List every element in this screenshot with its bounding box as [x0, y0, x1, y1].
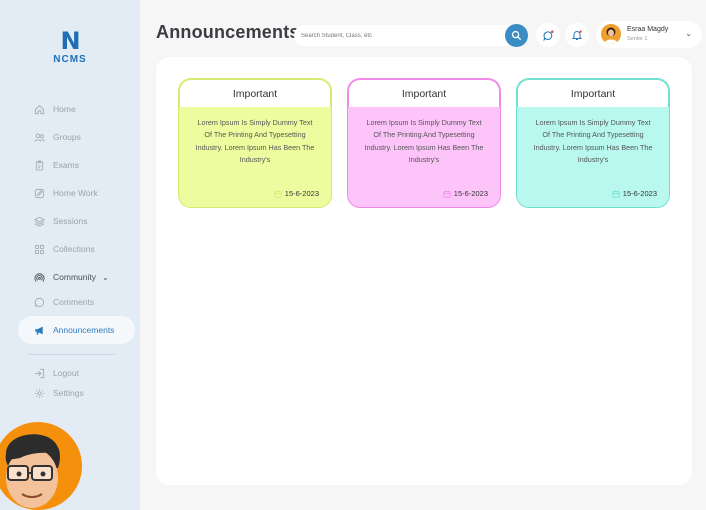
bell-icon	[571, 30, 583, 40]
megaphone-icon	[35, 326, 43, 335]
broadcast-icon	[34, 272, 45, 282]
mascot-illustration	[0, 422, 82, 510]
notifications-button[interactable]	[565, 23, 589, 47]
sidebar-item-comments[interactable]: Comments	[18, 288, 135, 316]
search-bar	[294, 24, 528, 47]
sidebar-item-label: Community	[53, 272, 96, 282]
layers-icon	[34, 216, 45, 227]
sidebar-item-label: Collections	[53, 244, 95, 254]
avatar	[601, 24, 621, 44]
logo: N NCMS	[50, 27, 90, 65]
logo-mark: N	[60, 27, 80, 55]
page-title: Announcements	[156, 22, 300, 42]
search-button[interactable]	[505, 24, 528, 47]
sidebar-item-collections[interactable]: Collections	[18, 235, 135, 263]
search-input[interactable]	[301, 29, 501, 42]
sidebar-item-exams[interactable]: Exams	[18, 151, 135, 179]
sidebar-item-label: Groups	[53, 132, 81, 142]
sidebar-item-label: Sessions	[53, 216, 88, 226]
sidebar-divider	[28, 354, 115, 355]
chevron-down-icon: ⌄	[685, 29, 692, 38]
user-name: Esraa Magdy	[627, 26, 669, 33]
logo-text: NCMS	[53, 54, 87, 65]
logout-icon	[35, 368, 45, 378]
sidebar-item-label: Home Work	[53, 188, 98, 198]
user-profile-menu[interactable]: Esraa Magdy Senior 1 ⌄	[596, 21, 702, 48]
search-icon	[511, 30, 522, 41]
sidebar-item-label: Comments	[53, 297, 95, 307]
sidebar-item-sessions[interactable]: Sessions	[18, 207, 135, 235]
chevron-down-icon: ⌄	[101, 272, 109, 282]
sidebar: N NCMS Home Groups Exams Home Work Sessi…	[0, 0, 140, 510]
announcement-card[interactable]: Important Lorem Ipsum Is Simply Dummy Te…	[517, 79, 669, 207]
sidebar-item-label: Logout	[53, 368, 79, 378]
announcement-date-text: 15-6-2023	[284, 189, 319, 198]
sidebar-item-groups[interactable]: Groups	[18, 123, 135, 151]
announcement-body: Lorem Ipsum Is Simply Dummy Text Of The …	[364, 118, 484, 165]
announcement-card[interactable]: Important Lorem Ipsum Is Simply Dummy Te…	[179, 79, 331, 207]
announcement-date-text: 15-6-2023	[453, 189, 488, 198]
sidebar-item-homework[interactable]: Home Work	[18, 179, 135, 207]
chat-button[interactable]	[536, 23, 560, 47]
comment-icon	[34, 297, 45, 307]
announcement-date: 15-6-2023	[443, 189, 488, 198]
calendar-icon	[274, 190, 282, 198]
announcement-body: Lorem Ipsum Is Simply Dummy Text Of The …	[533, 118, 653, 165]
avatar-icon	[601, 24, 621, 44]
announcement-title: Important	[348, 79, 500, 107]
edit-icon	[34, 188, 45, 198]
calendar-icon	[443, 190, 451, 198]
gear-icon	[34, 388, 45, 398]
grid-icon	[34, 244, 45, 254]
chat-icon	[542, 29, 554, 41]
calendar-icon	[612, 190, 620, 198]
announcement-body: Lorem Ipsum Is Simply Dummy Text Of The …	[195, 118, 315, 165]
clipboard-icon	[35, 159, 44, 171]
sidebar-item-home[interactable]: Home	[18, 95, 135, 123]
announcement-date-text: 15-6-2023	[622, 189, 657, 198]
sidebar-item-announcements[interactable]: Announcements	[18, 316, 135, 344]
sidebar-item-label: Settings	[53, 388, 84, 398]
announcement-title: Important	[179, 79, 331, 107]
announcement-title: Important	[517, 79, 669, 107]
announcement-date: 15-6-2023	[612, 189, 657, 198]
announcements-panel: Important Lorem Ipsum Is Simply Dummy Te…	[156, 57, 692, 485]
sidebar-item-settings[interactable]: Settings	[18, 379, 135, 407]
user-role: Senior 1	[627, 36, 648, 42]
sidebar-item-label: Home	[53, 104, 76, 114]
home-icon	[34, 104, 45, 114]
announcement-card[interactable]: Important Lorem Ipsum Is Simply Dummy Te…	[348, 79, 500, 207]
sidebar-item-community[interactable]: Community ⌄	[18, 263, 135, 291]
sidebar-item-label: Announcements	[53, 325, 115, 335]
users-icon	[34, 133, 45, 142]
announcement-date: 15-6-2023	[274, 189, 319, 198]
sidebar-item-label: Exams	[53, 160, 79, 170]
